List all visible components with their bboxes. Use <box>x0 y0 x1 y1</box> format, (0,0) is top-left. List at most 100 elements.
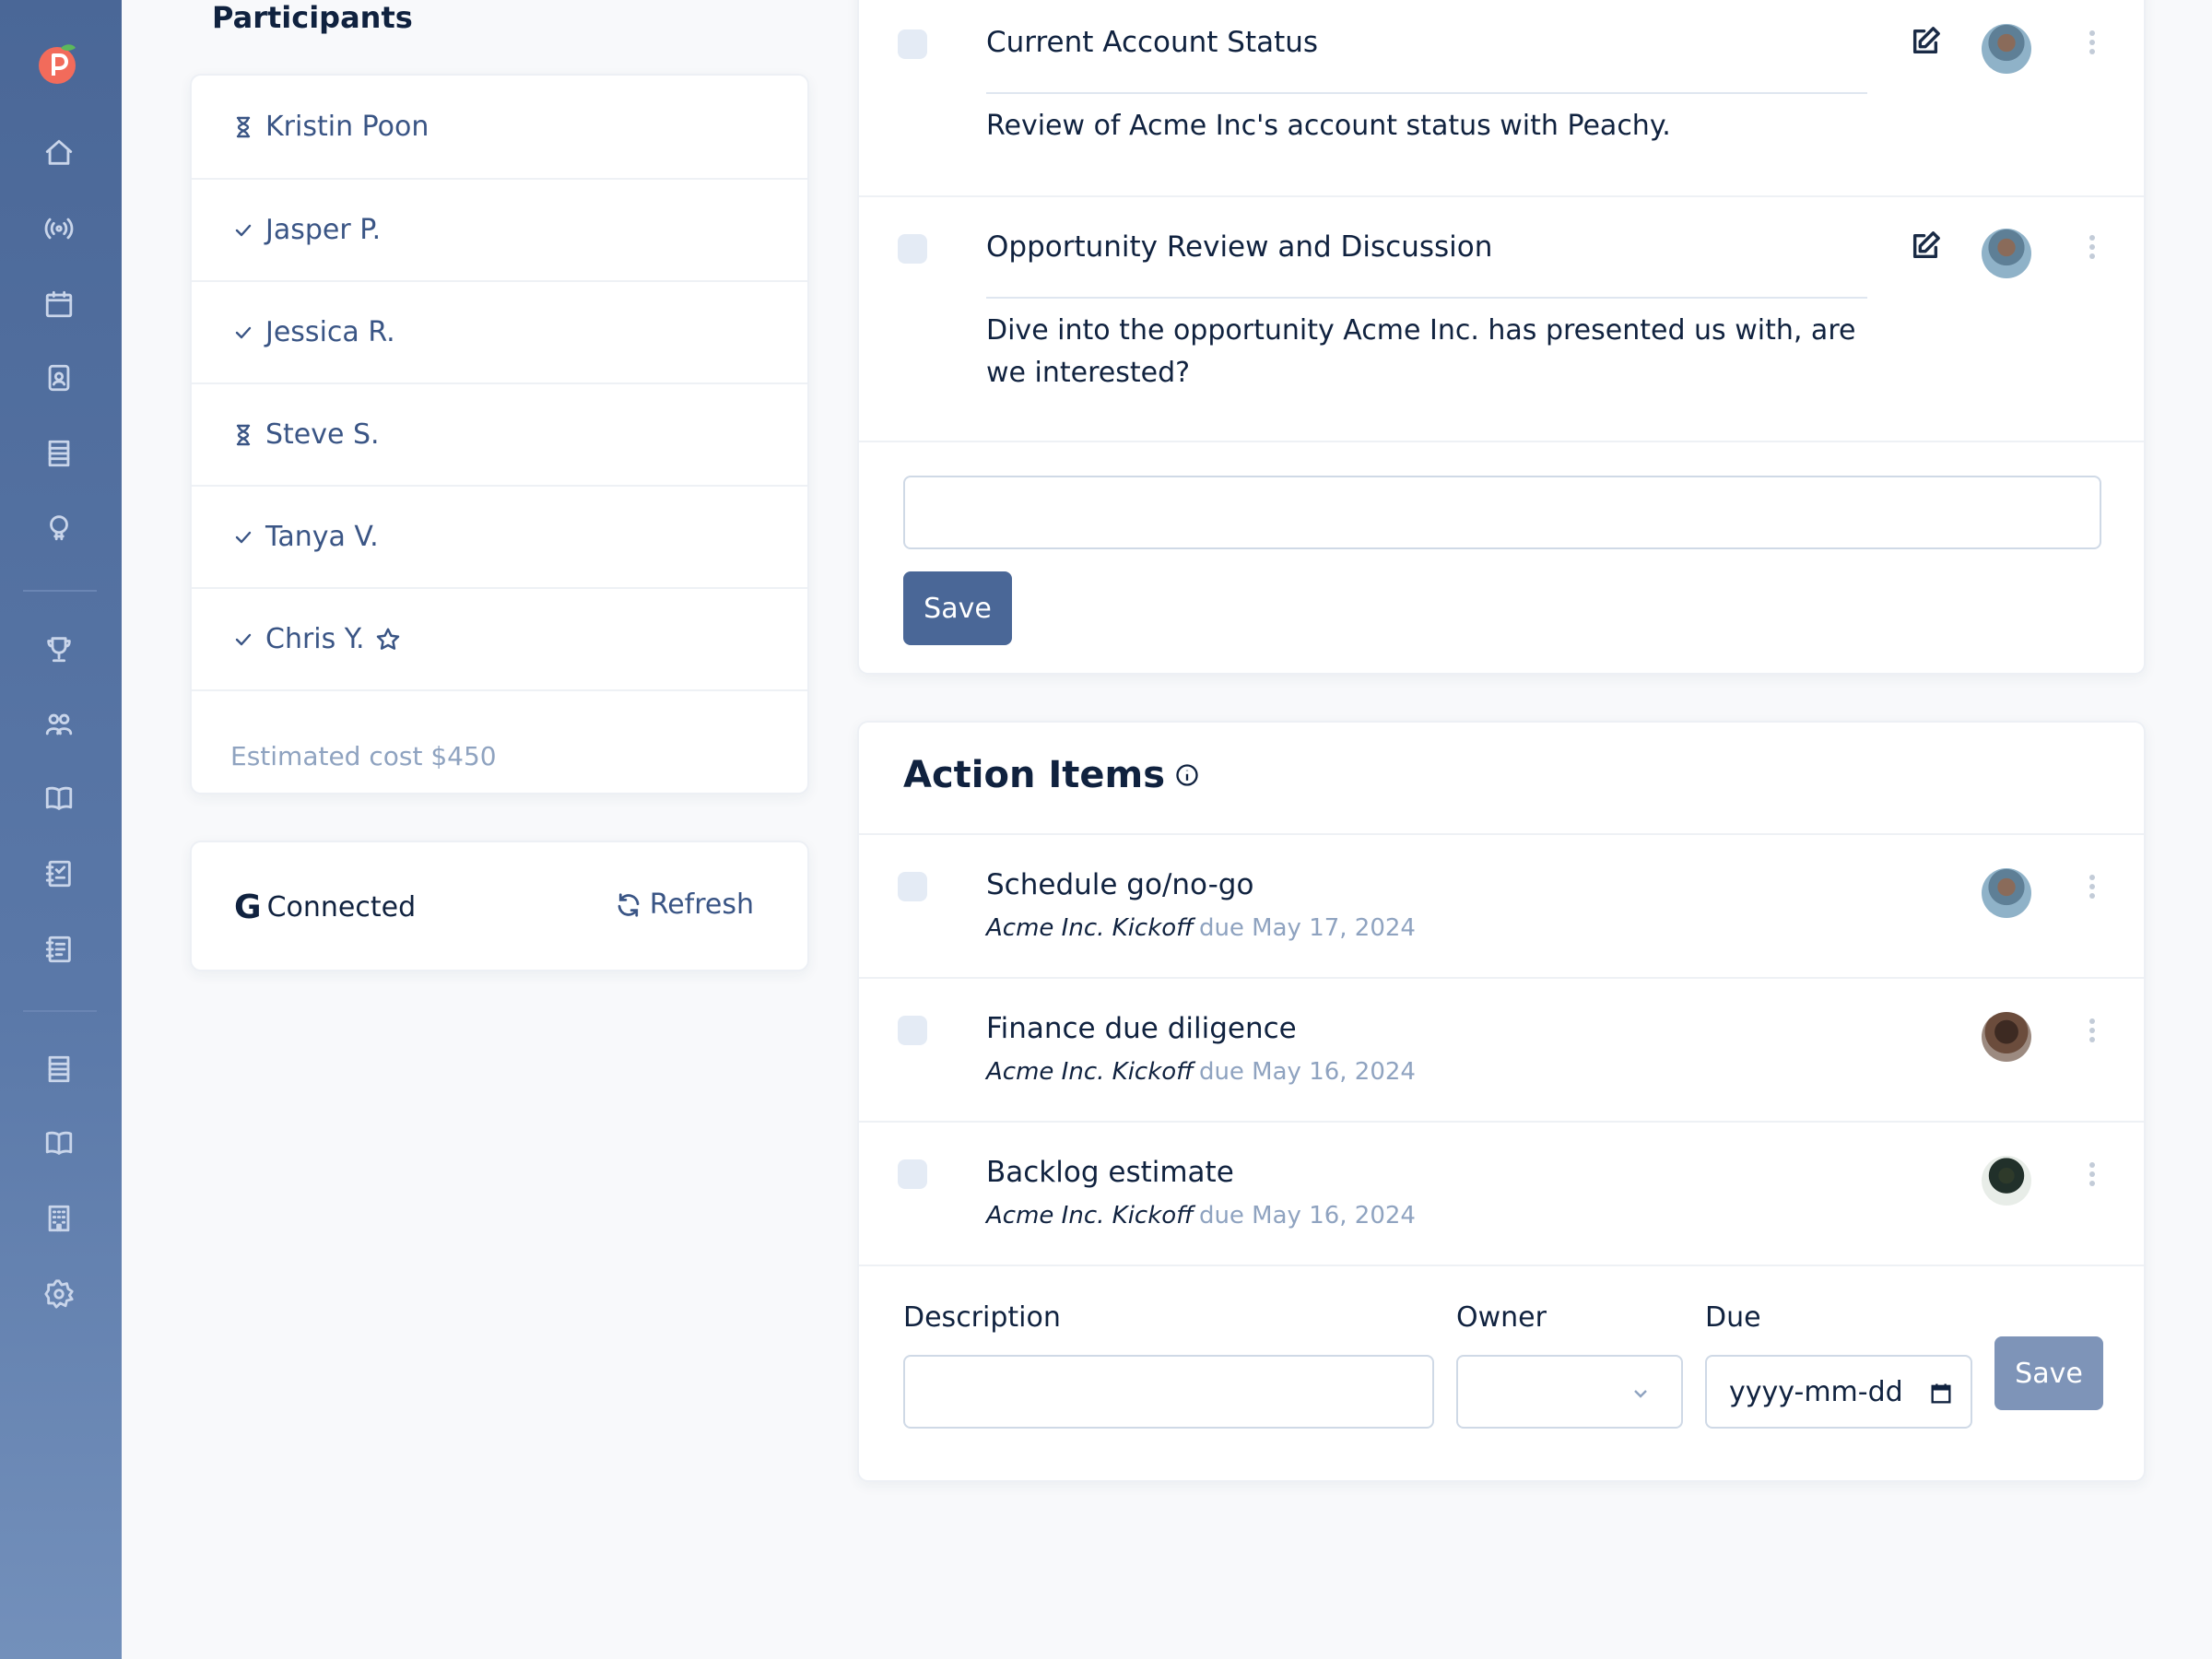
agenda-item-description: Review of Acme Inc's account status with… <box>986 110 1671 142</box>
peachy-logo[interactable] <box>35 41 79 85</box>
refresh-icon <box>615 891 650 919</box>
check-icon <box>232 322 265 344</box>
action-item-row[interactable]: Finance due diligence Acme Inc. Kickoff d… <box>859 977 2144 1121</box>
participant-row[interactable]: Chris Y. <box>192 587 807 689</box>
sidebar <box>0 0 122 1659</box>
action-item-meeting[interactable]: Acme Inc. Kickoff <box>986 1058 1194 1086</box>
due-label: Due <box>1705 1301 1761 1334</box>
participant-row[interactable]: Jessica R. <box>192 280 807 382</box>
star-icon[interactable] <box>374 626 402 653</box>
action-item-checkbox[interactable] <box>898 1159 927 1189</box>
check-icon <box>232 219 265 241</box>
participant-name: Jasper P. <box>265 214 382 246</box>
participant-name: Tanya V. <box>265 521 379 553</box>
avatar[interactable] <box>1982 229 2031 278</box>
agenda-divider <box>986 297 1867 299</box>
agenda-item-description: Dive into the opportunity Acme Inc. has … <box>986 314 1856 389</box>
participant-name: Chris Y. <box>265 623 365 655</box>
home-icon[interactable] <box>41 135 77 171</box>
more-options-icon[interactable] <box>2085 232 2100 265</box>
refresh-label: Refresh <box>649 888 754 921</box>
participant-name: Kristin Poon <box>265 111 429 143</box>
participant-name: Steve S. <box>265 418 380 451</box>
building-icon[interactable] <box>41 1200 77 1237</box>
owner-label: Owner <box>1456 1301 1547 1334</box>
notes-icon[interactable] <box>41 931 77 968</box>
agenda-card: Current Account Status Review of Acme In… <box>857 0 2146 675</box>
action-item-title: Backlog estimate <box>986 1156 1234 1189</box>
trophy-icon[interactable] <box>41 630 77 667</box>
broadcast-icon[interactable] <box>41 210 77 247</box>
action-item-meta: Acme Inc. Kickoff due May 16, 2024 <box>986 1058 1416 1086</box>
more-options-icon[interactable] <box>2085 1016 2100 1049</box>
nav-divider <box>23 1010 97 1012</box>
action-item-row[interactable]: Backlog estimate Acme Inc. Kickoff due Ma… <box>859 1121 2144 1265</box>
book-icon[interactable] <box>41 1124 77 1161</box>
connection-status-label: Connected <box>266 891 417 924</box>
new-agenda-item-input[interactable] <box>903 476 2101 549</box>
participant-row[interactable]: Kristin Poon <box>192 76 807 178</box>
due-date-input[interactable]: yyyy-mm-dd <box>1705 1355 1972 1429</box>
gear-icon[interactable] <box>41 1276 77 1312</box>
action-item-meta: Acme Inc. Kickoff due May 17, 2024 <box>986 914 1416 942</box>
agenda-item-title[interactable]: Current Account Status <box>986 26 1318 59</box>
google-icon: G <box>234 888 262 926</box>
description-label: Description <box>903 1301 1061 1334</box>
action-item-checkbox[interactable] <box>898 1016 927 1045</box>
avatar[interactable] <box>1982 868 2031 918</box>
agenda-separator <box>859 441 2144 442</box>
edit-icon[interactable] <box>1910 230 1943 264</box>
agenda-item-title[interactable]: Opportunity Review and Discussion <box>986 230 1492 264</box>
list-icon[interactable] <box>41 1051 77 1088</box>
calendar-icon[interactable] <box>1928 1381 1954 1406</box>
contact-icon[interactable] <box>41 359 77 396</box>
calendar-icon[interactable] <box>41 286 77 323</box>
check-icon <box>232 629 265 651</box>
action-item-row[interactable]: Schedule go/no-go Acme Inc. Kickoff due M… <box>859 833 2144 977</box>
hourglass-icon <box>232 424 265 446</box>
participants-title: Participants <box>212 0 413 35</box>
participant-row[interactable]: Steve S. <box>192 382 807 485</box>
action-items-title: Action Items <box>903 754 1166 796</box>
nav-divider <box>23 590 97 592</box>
action-item-title: Finance due diligence <box>986 1012 1297 1045</box>
participant-row[interactable]: Tanya V. <box>192 485 807 587</box>
action-item-checkbox[interactable] <box>898 872 927 901</box>
more-options-icon[interactable] <box>2085 1159 2100 1193</box>
action-item-title: Schedule go/no-go <box>986 868 1254 901</box>
action-item-meeting[interactable]: Acme Inc. Kickoff <box>986 1202 1194 1230</box>
list-icon[interactable] <box>41 435 77 472</box>
people-icon[interactable] <box>41 706 77 743</box>
participants-list: Kristin Poon Jasper P. Jessica R. Steve … <box>190 74 809 794</box>
more-options-icon[interactable] <box>2085 872 2100 905</box>
hourglass-icon <box>232 116 265 138</box>
info-icon[interactable] <box>1174 762 1200 788</box>
avatar[interactable] <box>1982 1156 2031 1206</box>
action-item-meta: Acme Inc. Kickoff due May 16, 2024 <box>986 1202 1416 1230</box>
estimated-cost: Estimated cost $450 <box>230 741 497 771</box>
avatar[interactable] <box>1982 24 2031 74</box>
more-options-icon[interactable] <box>2085 28 2100 61</box>
action-item-due: due May 17, 2024 <box>1198 914 1416 942</box>
description-input[interactable] <box>903 1355 1434 1429</box>
owner-select[interactable] <box>1456 1355 1683 1429</box>
save-action-item-button[interactable]: Save <box>1994 1336 2103 1410</box>
action-item-due: due May 16, 2024 <box>1198 1202 1416 1230</box>
book-icon[interactable] <box>41 780 77 817</box>
chevron-down-icon <box>1634 1390 1647 1398</box>
agenda-checkbox[interactable] <box>898 29 927 59</box>
lightbulb-icon[interactable] <box>41 509 77 546</box>
refresh-button[interactable]: Refresh <box>615 888 754 921</box>
edit-icon[interactable] <box>1910 26 1943 59</box>
calendar-connection-card: G Connected Refresh <box>190 841 809 971</box>
save-agenda-button[interactable]: Save <box>903 571 1012 645</box>
avatar[interactable] <box>1982 1012 2031 1062</box>
action-items-card: Action Items Schedule go/no-go Acme Inc.… <box>857 721 2146 1482</box>
checklist-icon[interactable] <box>41 855 77 892</box>
due-date-placeholder: yyyy-mm-dd <box>1729 1375 1903 1408</box>
action-items-separator <box>859 1265 2144 1266</box>
agenda-checkbox[interactable] <box>898 234 927 264</box>
action-item-meeting[interactable]: Acme Inc. Kickoff <box>986 914 1194 942</box>
participant-row[interactable]: Jasper P. <box>192 178 807 280</box>
action-items-header: Action Items <box>903 754 1200 796</box>
